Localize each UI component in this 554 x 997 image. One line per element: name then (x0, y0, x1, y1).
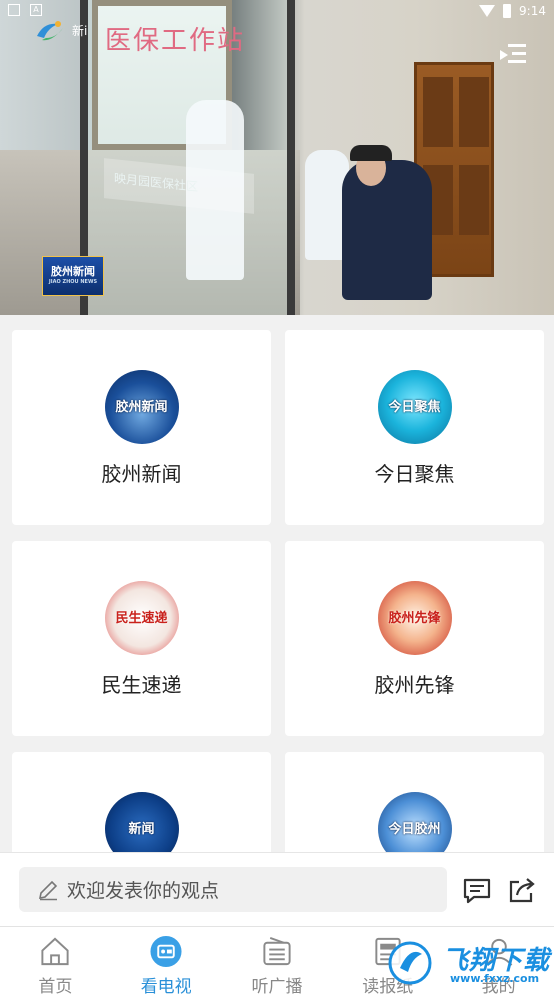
comment-placeholder: 欢迎发表你的观点 (67, 880, 220, 902)
app-logo-icon (37, 21, 63, 41)
system-status: 9:14 (479, 4, 546, 18)
jiaozhou-pioneer-icon: 胶州先锋 (377, 581, 452, 655)
comment-icon[interactable] (462, 877, 492, 905)
comment-bar: 欢迎发表你的观点 (0, 852, 554, 926)
pencil-icon (38, 880, 58, 900)
channel-label: 胶州先锋 (374, 673, 455, 697)
video-scene-title: 医保工作站 (105, 26, 246, 56)
wifi-icon (479, 5, 496, 17)
home-icon (41, 937, 69, 966)
channel-label: 民生速递 (101, 673, 182, 697)
tv-icon (150, 935, 182, 968)
radio-icon (263, 936, 291, 966)
nav-item-radio[interactable]: 听广播 (222, 927, 333, 997)
channel-label: 胶州新闻 (101, 462, 182, 486)
livelihood-express-icon: 民生速递 (104, 581, 179, 655)
video-player[interactable]: 医保工作站 映月园医保社区 胶州新闻 JIAO ZHOU NEWS A 9:14… (0, 0, 554, 315)
video-scene-patient-cap (350, 145, 392, 161)
channel-logo: 胶州新闻 JIAO ZHOU NEWS (42, 256, 104, 296)
clock: 9:14 (519, 4, 546, 18)
channel-logo-sub: JIAO ZHOU NEWS (48, 279, 98, 285)
video-scene-patient (342, 160, 432, 300)
nav-label: 看电视 (140, 977, 192, 997)
channel-card-jiaozhou-pioneer[interactable]: 胶州先锋 胶州先锋 (285, 541, 544, 736)
comment-input[interactable]: 欢迎发表你的观点 (19, 867, 447, 912)
channel-card-livelihood-express[interactable]: 民生速递 民生速递 (12, 541, 271, 736)
watermark-url: www.fxxz.com (450, 972, 540, 985)
channel-card-jiaozhou-news[interactable]: 胶州新闻 胶州新闻 (12, 330, 271, 525)
image-notification-icon (8, 4, 20, 16)
a-notification-icon: A (30, 4, 42, 16)
nav-item-tv[interactable]: 看电视 (111, 927, 222, 997)
battery-icon (503, 4, 512, 18)
today-focus-icon: 今日聚焦 (377, 370, 452, 444)
share-icon[interactable] (507, 877, 537, 905)
channel-logo-text: 胶州新闻 (51, 265, 95, 278)
playlist-icon[interactable] (498, 40, 528, 70)
app-name: 新i (72, 24, 88, 38)
channel-card-today-focus[interactable]: 今日聚焦 今日聚焦 (285, 330, 544, 525)
status-bar: A 9:14 (0, 0, 554, 24)
notification-icons: A (8, 4, 42, 16)
channel-label: 今日聚焦 (374, 462, 455, 486)
nav-item-home[interactable]: 首页 (0, 927, 111, 997)
nav-label: 首页 (38, 977, 73, 997)
jiaozhou-news-icon: 胶州新闻 (104, 370, 179, 444)
nav-label: 听广播 (251, 977, 303, 997)
